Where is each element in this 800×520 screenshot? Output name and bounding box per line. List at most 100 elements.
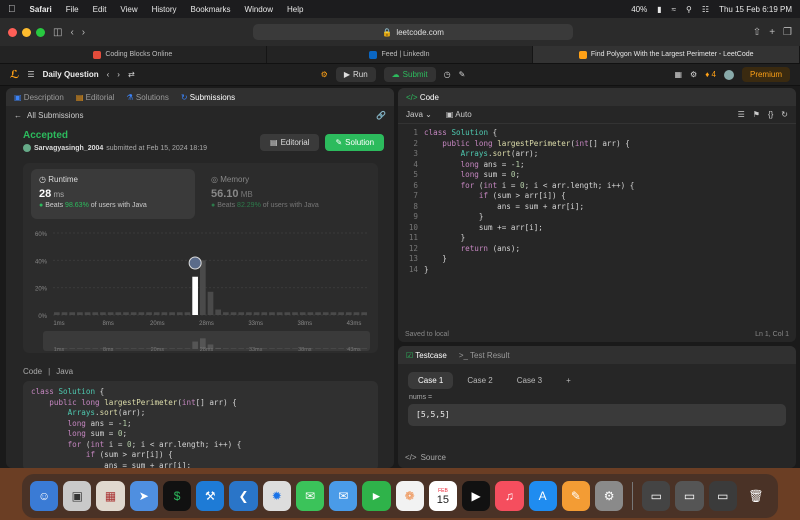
tab-solutions[interactable]: ⚗ Solutions [127, 93, 169, 102]
pages-icon[interactable]: ✎ [561, 481, 590, 511]
mail-icon[interactable]: ✉ [329, 481, 358, 511]
sidebar-icon[interactable]: ◫ [53, 27, 62, 38]
streak-counter[interactable]: ♦ 4 [705, 70, 716, 79]
facetime-icon[interactable]: ► [362, 481, 391, 511]
settings-icon[interactable]: ⚙ [690, 70, 697, 79]
problem-list-icon[interactable]: ☰ [27, 70, 34, 79]
nums-input[interactable]: [5,5,5] [408, 404, 786, 426]
menu-help[interactable]: Help [287, 5, 303, 14]
recent-window-icon[interactable]: ▭ [708, 481, 737, 511]
launchpad-icon[interactable]: ▦ [96, 481, 125, 511]
submitted-code: class Solution { public long largestPeri… [31, 387, 242, 468]
zoom-button[interactable] [36, 27, 45, 37]
tab-editorial[interactable]: ▤ Editorial [76, 93, 115, 102]
trash-icon[interactable]: 🗑 [742, 481, 770, 511]
bar [246, 312, 252, 315]
avatar[interactable] [723, 69, 734, 80]
menu-clock[interactable]: Thu 15 Feb 6:19 PM [719, 5, 792, 14]
timer-icon[interactable]: ◷ [444, 70, 451, 79]
battery-icon[interactable]: ▮ [657, 5, 661, 14]
menu-view[interactable]: View [120, 5, 137, 14]
menu-edit[interactable]: Edit [93, 5, 107, 14]
menu-history[interactable]: History [152, 5, 177, 14]
recent-window-icon[interactable]: ▭ [675, 481, 704, 511]
reset-icon[interactable]: ↻ [781, 110, 788, 119]
menu-bookmarks[interactable]: Bookmarks [191, 5, 231, 14]
premium-button[interactable]: Premium [741, 67, 790, 82]
menu-app-name[interactable]: Safari [30, 5, 52, 14]
user-marker-icon [188, 256, 202, 270]
tab-submissions[interactable]: ↻ Submissions [181, 93, 235, 102]
submit-button[interactable]: ☁ Submit [383, 67, 436, 82]
minimize-button[interactable] [22, 27, 31, 37]
prev-problem-icon[interactable]: ‹ [107, 70, 110, 79]
format-icon[interactable]: ☰ [738, 110, 745, 119]
language-select[interactable]: Java ⌄ [406, 110, 432, 119]
tab-leetcode[interactable]: Find Polygon With the Largest Perimeter … [533, 46, 800, 63]
tv-icon[interactable]: ▶ [462, 481, 491, 511]
menu-file[interactable]: File [66, 5, 79, 14]
debug-icon[interactable]: ⚙ [321, 70, 328, 79]
solution-button[interactable]: ✎ Solution [325, 134, 385, 151]
case-2-button[interactable]: Case 2 [457, 372, 502, 389]
vscode-icon[interactable]: ❮ [229, 481, 258, 511]
tab-coding-blocks[interactable]: Coding Blocks Online [0, 46, 267, 63]
battery-percent[interactable]: 40% [631, 5, 647, 14]
runtime-card[interactable]: ◷ Runtime 28 ms ● Beats 98.63% of users … [31, 169, 195, 219]
menu-window[interactable]: Window [245, 5, 273, 14]
braces-icon[interactable]: {} [768, 110, 773, 119]
forward-icon[interactable]: › [82, 27, 85, 38]
close-button[interactable] [8, 27, 17, 37]
terminal-icon[interactable]: $ [162, 481, 192, 511]
add-case-icon[interactable]: + [556, 372, 581, 389]
back-to-submissions[interactable]: ← All Submissions 🔗 [6, 106, 394, 125]
source-link[interactable]: </> Source [405, 453, 446, 462]
address-bar[interactable]: 🔒 leetcode.com [253, 24, 574, 40]
runtime-distribution-chart[interactable]: 60% 40% 20% 0% 1ms 8ms 20ms 28ms 33ms 38ms 43ms 1ms… [23, 223, 378, 353]
shuffle-icon[interactable]: ⇄ [128, 70, 135, 79]
back-icon[interactable]: ‹ [70, 27, 73, 38]
control-center-icon[interactable]: ☷ [702, 5, 709, 14]
photos-icon[interactable]: ❁ [395, 481, 424, 511]
new-tab-icon[interactable]: + [769, 27, 775, 38]
run-button[interactable]: ▶ Run [335, 67, 376, 82]
tab-test-result[interactable]: >_ Test Result [459, 351, 510, 360]
code-editor[interactable]: 1 2 3 4 5 6 7 8 9 10 11 12 13 14 class S… [398, 124, 796, 275]
editorial-button[interactable]: ▤ Editorial [260, 134, 320, 151]
preview-icon[interactable]: ▣ [63, 481, 92, 511]
apple-icon[interactable]:  [8, 4, 16, 15]
link-icon[interactable]: 🔗 [376, 111, 386, 120]
maps-icon[interactable]: ➤ [129, 481, 158, 511]
messages-icon[interactable]: ✉ [295, 481, 325, 511]
daily-question-link[interactable]: Daily Question [43, 70, 99, 79]
username[interactable]: Sarvagyasingh_2004 [34, 145, 103, 152]
leetcode-logo-icon[interactable]: ℒ [10, 68, 19, 81]
recent-window-icon[interactable]: ▭ [642, 481, 671, 511]
finder-icon[interactable]: ☺ [30, 481, 59, 511]
xcode-icon[interactable]: ⚒ [196, 481, 225, 511]
next-problem-icon[interactable]: › [117, 70, 120, 79]
safari-icon[interactable]: ✹ [262, 481, 291, 511]
tab-overview-icon[interactable]: ❐ [783, 27, 792, 38]
case-3-button[interactable]: Case 3 [507, 372, 552, 389]
tab-linkedin[interactable]: Feed | LinkedIn [267, 46, 534, 63]
share-icon[interactable]: ⇧ [753, 27, 761, 38]
app-store-icon[interactable]: A [528, 481, 557, 511]
search-icon[interactable]: ⚲ [686, 5, 692, 14]
wifi-icon[interactable]: ≈ [672, 5, 676, 14]
auto-mode[interactable]: ▣ Auto [446, 110, 472, 119]
calendar-icon[interactable]: FEB 15 [428, 481, 458, 511]
bookmark-icon[interactable]: ⚑ [753, 110, 760, 119]
tab-description[interactable]: ▣ Description [14, 93, 64, 102]
memory-card[interactable]: ◎ Memory 56.10 MB ● Beats 82.29% of user… [203, 169, 367, 219]
tab-testcase[interactable]: ☑ Testcase [406, 351, 447, 360]
case-1-button[interactable]: Case 1 [408, 372, 454, 389]
system-settings-icon[interactable]: ⚙ [594, 481, 624, 511]
tab-bar: Coding Blocks Online Feed | LinkedIn Fin… [0, 46, 800, 64]
layout-icon[interactable]: ▦ [674, 70, 682, 79]
music-icon[interactable]: ♫ [495, 481, 524, 511]
submitted-code-block[interactable]: class Solution { public long largestPeri… [23, 381, 378, 468]
tab-code[interactable]: </> Code [406, 93, 439, 102]
notes-icon[interactable]: ✎ [459, 70, 466, 79]
user-avatar[interactable] [23, 144, 31, 152]
